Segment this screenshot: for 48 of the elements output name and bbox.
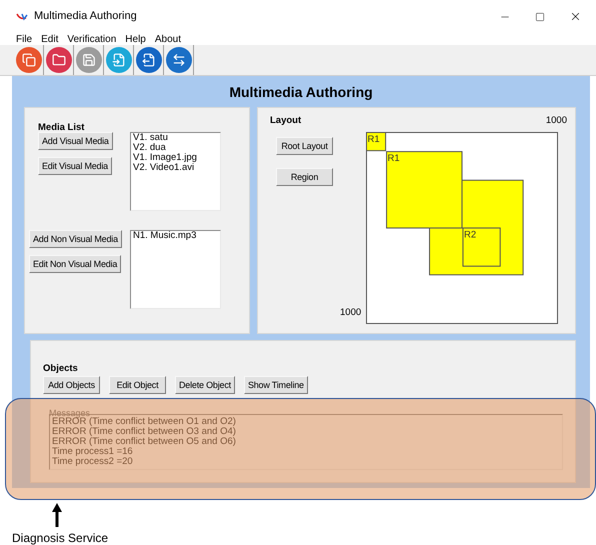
action-button[interactable]: Edit Non Visual Media (29, 255, 122, 273)
file-arrow-in-icon (112, 53, 126, 67)
height-label: 1000 (340, 306, 362, 320)
window-title: Multimedia Authoring (34, 9, 137, 24)
copy-icon (22, 53, 36, 67)
menu-item[interactable]: File (16, 32, 32, 46)
close-icon[interactable] (569, 10, 582, 23)
app-heading: Multimedia Authoring (229, 82, 373, 102)
panel-title: Objects (43, 363, 78, 374)
message-line: ERROR (Time conflict between O1 and O2) (52, 417, 237, 427)
action-button[interactable]: Edit Visual Media (38, 157, 112, 175)
action-button[interactable]: Add Objects (43, 376, 100, 394)
message-line: ERROR (Time conflict between O5 and O6) (52, 437, 237, 447)
media-listbox[interactable]: N1. Music.mp3 (130, 230, 221, 309)
annotation-label: Diagnosis Service (12, 530, 108, 545)
swap-arrows-icon (172, 53, 186, 67)
media-listbox[interactable]: V1. satu V2. dua V1. Image1.jpg V2. Video1.avi (130, 132, 221, 211)
folder-icon (52, 53, 66, 67)
width-label: 1000 (546, 114, 567, 128)
file-arrow-out-icon (142, 53, 156, 67)
action-button[interactable]: Add Visual Media (38, 132, 113, 150)
menu-item[interactable]: Verification (67, 32, 116, 46)
action-button[interactable]: Add Non Visual Media (29, 230, 122, 248)
message-line: Time process1 =16 (52, 447, 134, 457)
action-button[interactable]: Root Layout (276, 137, 333, 155)
action-button[interactable]: Edit Object (109, 376, 166, 394)
layout-region[interactable]: R1 (386, 151, 462, 228)
menu-item[interactable]: Help (125, 32, 146, 46)
panel-title: Layout (270, 114, 302, 128)
message-line: Time process2 =20 (52, 457, 134, 467)
list-item[interactable]: V2. dua (133, 143, 218, 153)
panel-title: Media List (38, 122, 84, 133)
message-line: ERROR (Time conflict between O3 and O4) (52, 427, 237, 437)
list-item[interactable]: V2. Video1.avi (133, 163, 218, 173)
action-button[interactable]: Show Timeline (244, 376, 308, 394)
menu-item[interactable]: About (154, 32, 181, 46)
list-item[interactable]: N1. Music.mp3 (133, 231, 218, 241)
list-item[interactable]: V1. satu (133, 133, 218, 143)
menu-item[interactable]: Edit (41, 32, 58, 46)
arrow-icon (52, 503, 62, 527)
messages-label: Messages (49, 408, 90, 418)
maximize-icon[interactable] (535, 12, 545, 22)
action-button[interactable]: Region (276, 168, 333, 186)
action-button[interactable]: Delete Object (175, 376, 235, 394)
app-logo-icon (16, 12, 28, 22)
layout-region[interactable]: R1 (366, 132, 386, 152)
layout-region[interactable]: R2 (462, 228, 501, 267)
list-item[interactable]: V1. Image1.jpg (133, 153, 218, 163)
